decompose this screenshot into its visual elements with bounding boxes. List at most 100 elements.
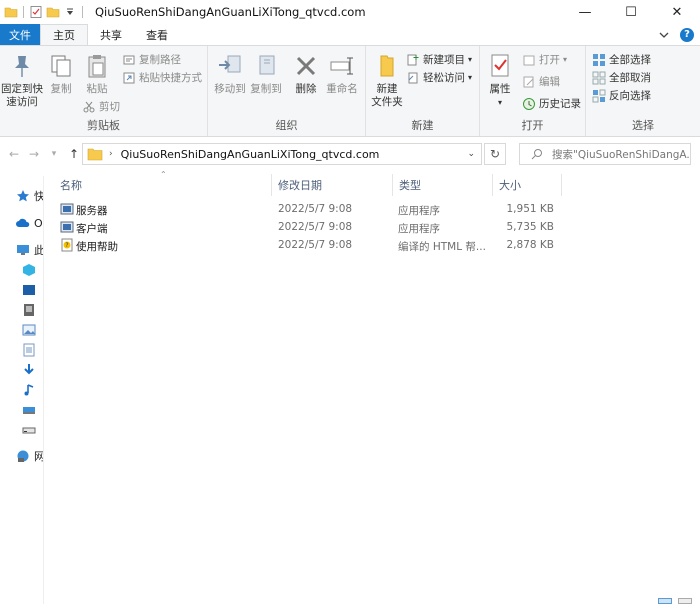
address-bar[interactable]: › QiuSuoRenShiDangAnGuanLiXiTong_qtvcd.c… — [82, 143, 482, 165]
file-modified: 2022/5/7 9:08 — [278, 239, 353, 251]
column-divider[interactable] — [392, 174, 393, 196]
paste-shortcut-button[interactable]: 粘贴快捷方式 — [122, 70, 202, 85]
address-path: QiuSuoRenShiDangAnGuanLiXiTong_qtvcd.com — [120, 147, 380, 161]
nav-label: O — [34, 216, 43, 230]
app-icon — [60, 203, 74, 215]
table-row[interactable]: 客户端 2022/5/7 9:08 应用程序 5,735 KB — [56, 219, 576, 237]
pin-quick-access-button[interactable]: 固定到快 速访问 — [0, 50, 44, 109]
help-icon[interactable]: ? — [680, 27, 694, 42]
app-icon — [60, 221, 74, 233]
delete-icon — [296, 56, 316, 76]
tab-view[interactable]: 查看 — [134, 24, 180, 45]
pin-icon — [15, 56, 29, 77]
rename-icon — [330, 57, 353, 75]
table-row[interactable]: ? 使用帮助 2022/5/7 9:08 编译的 HTML 帮... 2,878… — [56, 237, 576, 255]
copy-to-button[interactable]: 复制到 — [248, 50, 284, 96]
folder-icon — [4, 7, 18, 18]
customize-toolbar-icon[interactable] — [63, 5, 77, 19]
copy-path-icon — [123, 55, 135, 64]
nav-desktop[interactable] — [0, 400, 36, 420]
maximize-button[interactable]: ☐ — [608, 0, 654, 24]
select-none-button[interactable]: 全部取消 — [592, 70, 651, 85]
file-name: 服务器 — [76, 205, 108, 217]
clipboard-group-label: 剪贴板 — [87, 119, 120, 132]
star-icon — [17, 190, 29, 202]
address-row: ← → ▾ ↑ › QiuSuoRenShiDangAnGuanLiXiTong… — [0, 140, 700, 168]
column-header-size[interactable]: 大小 — [499, 174, 521, 196]
column-divider[interactable] — [561, 174, 562, 196]
ribbon: 固定到快 速访问 复制 粘贴 复制路径 粘贴快捷方式 剪切 剪贴板 移动到 复制… — [0, 45, 700, 137]
column-header-modified[interactable]: 修改日期 — [278, 174, 322, 196]
invert-selection-icon — [592, 89, 606, 102]
3d-objects-icon — [23, 264, 35, 276]
nav-documents[interactable] — [0, 340, 36, 360]
expand-ribbon-icon[interactable] — [658, 29, 670, 41]
open-button[interactable]: 打开 ▾ — [522, 52, 567, 67]
nav-3d-objects[interactable] — [0, 260, 36, 280]
paste-icon — [88, 55, 106, 78]
new-folder-icon — [380, 55, 394, 77]
chevron-right-icon: › — [109, 149, 113, 159]
tab-home[interactable]: 主页 — [40, 24, 88, 45]
history-button[interactable]: 历史记录 — [522, 96, 581, 111]
properties-icon[interactable] — [29, 5, 43, 19]
nav-this-pc[interactable]: 此 — [0, 240, 43, 260]
nav-onedrive[interactable]: O — [0, 213, 43, 233]
navigation-pane: 快 O 此 网 — [0, 176, 44, 604]
column-label: 名称 — [60, 179, 82, 192]
move-to-button[interactable]: 移动到 — [212, 50, 248, 96]
paste-button[interactable]: 粘贴 — [80, 50, 114, 96]
close-button[interactable]: ✕ — [654, 0, 700, 24]
invert-selection-button[interactable]: 反向选择 — [592, 88, 651, 103]
nav-local-disk[interactable] — [0, 420, 36, 440]
up-button[interactable]: ↑ — [64, 147, 84, 161]
title-bar: QiuSuoRenShiDangAnGuanLiXiTong_qtvcd.com… — [0, 0, 700, 24]
search-input[interactable]: 搜索"QiuSuoRenShiDangA... — [519, 143, 691, 165]
recent-locations-button[interactable]: ▾ — [44, 149, 64, 159]
up-arrow-icon: ↑ — [68, 147, 80, 161]
chevron-down-icon[interactable]: ⌄ — [467, 149, 475, 159]
nav-music[interactable] — [0, 380, 36, 400]
properties-button[interactable]: 属性 ▾ — [484, 50, 516, 109]
column-header-type[interactable]: 类型 — [399, 174, 421, 196]
table-row[interactable]: 服务器 2022/5/7 9:08 应用程序 1,951 KB — [56, 201, 576, 219]
nav-downloads[interactable] — [0, 360, 36, 380]
paste-shortcut-icon — [123, 72, 135, 83]
tab-file[interactable]: 文件 — [0, 24, 40, 45]
delete-button[interactable]: 删除 — [290, 50, 322, 96]
copy-path-button[interactable]: 复制路径 — [122, 52, 181, 67]
select-all-label: 全部选择 — [609, 54, 651, 66]
clipboard-group: 固定到快 速访问 复制 粘贴 复制路径 粘贴快捷方式 剪切 剪贴板 — [0, 46, 208, 136]
back-button[interactable]: ← — [4, 147, 24, 161]
properties-icon — [491, 54, 509, 77]
forward-button[interactable]: → — [24, 147, 44, 161]
new-item-icon — [407, 54, 419, 65]
nav-quick-access[interactable]: 快 — [0, 186, 44, 206]
tab-share[interactable]: 共享 — [88, 24, 134, 45]
new-folder-icon[interactable] — [46, 5, 60, 19]
column-divider[interactable] — [271, 174, 272, 196]
copy-button[interactable]: 复制 — [44, 50, 78, 96]
new-item-button[interactable]: 新建项目 ▾ — [406, 52, 472, 67]
select-group-label: 选择 — [632, 119, 654, 132]
new-group-label: 新建 — [411, 119, 434, 132]
help-file-icon: ? — [61, 238, 73, 252]
ribbon-tabs: 文件 主页 共享 查看 ? — [0, 24, 700, 45]
rename-button[interactable]: 重命名 — [322, 50, 362, 96]
nav-pictures-2[interactable] — [0, 320, 36, 340]
details-view-button[interactable] — [658, 598, 672, 604]
select-all-button[interactable]: 全部选择 — [592, 52, 651, 67]
easy-access-button[interactable]: 轻松访问 ▾ — [406, 70, 472, 85]
nav-videos[interactable] — [0, 280, 36, 300]
nav-label: 快 — [34, 190, 44, 203]
nav-network[interactable]: 网 — [0, 446, 43, 466]
minimize-button[interactable]: — — [562, 0, 608, 24]
refresh-button[interactable]: ↻ — [484, 143, 506, 165]
new-folder-button[interactable]: 新建 文件夹 — [368, 50, 406, 109]
nav-pictures[interactable] — [0, 300, 36, 320]
large-icons-view-button[interactable] — [678, 598, 692, 604]
cut-button[interactable]: 剪切 — [82, 99, 120, 114]
edit-button[interactable]: 编辑 — [522, 74, 560, 89]
column-header-name[interactable]: 名称 — [60, 174, 82, 196]
column-divider[interactable] — [492, 174, 493, 196]
